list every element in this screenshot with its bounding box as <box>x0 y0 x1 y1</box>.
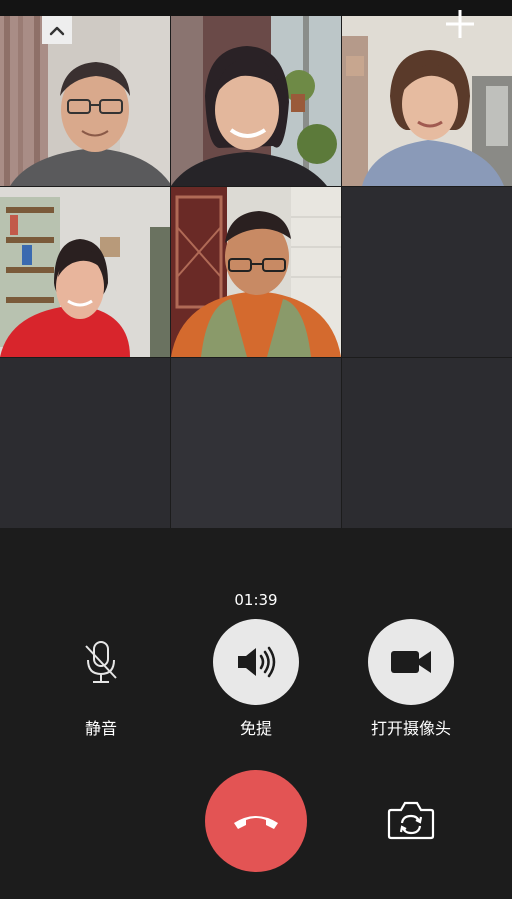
plus-icon <box>446 10 474 38</box>
participant-video <box>0 187 170 357</box>
call-timer: 01:39 <box>234 591 278 609</box>
video-tile-participant-1[interactable] <box>0 16 170 186</box>
empty-video-tile <box>342 358 512 528</box>
speaker-icon <box>238 646 276 678</box>
empty-video-tile <box>0 358 170 528</box>
participant-video <box>171 187 341 357</box>
camera-control[interactable]: 打开摄像头 <box>351 619 471 739</box>
empty-video-tile <box>171 358 341 528</box>
collapse-button[interactable] <box>42 16 72 44</box>
participant-video <box>342 16 512 186</box>
video-tile-participant-3[interactable] <box>342 16 512 186</box>
chevron-up-icon <box>49 26 65 36</box>
video-camera-icon <box>391 651 431 673</box>
participant-video <box>171 16 341 186</box>
participant-video <box>0 16 170 186</box>
video-tile-participant-5[interactable] <box>171 187 341 357</box>
speaker-button[interactable] <box>213 619 299 705</box>
add-participant-button[interactable] <box>440 4 480 44</box>
camera-label: 打开摄像头 <box>370 719 451 738</box>
speaker-label: 免提 <box>239 719 272 738</box>
mute-button[interactable] <box>58 619 144 705</box>
mute-label: 静音 <box>84 719 117 738</box>
hangup-button[interactable] <box>205 770 307 872</box>
camera-button[interactable] <box>368 619 454 705</box>
video-grid <box>0 16 512 528</box>
microphone-off-icon <box>85 641 117 683</box>
empty-video-tile <box>342 187 512 357</box>
phone-hangup-icon <box>234 816 278 829</box>
status-bar <box>0 0 512 16</box>
switch-camera-button[interactable] <box>385 798 437 844</box>
video-tile-participant-4[interactable] <box>0 187 170 357</box>
mute-control[interactable]: 静音 <box>41 619 161 739</box>
camera-switch-icon <box>387 801 435 840</box>
video-tile-participant-2[interactable] <box>171 16 341 186</box>
speaker-control[interactable]: 免提 <box>196 619 316 739</box>
